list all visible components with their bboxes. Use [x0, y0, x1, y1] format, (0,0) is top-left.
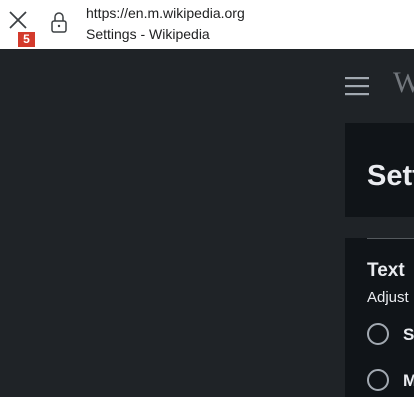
- web-content: W Settings Text Adjust S M: [0, 49, 414, 397]
- wikipedia-wordmark[interactable]: W: [393, 66, 414, 100]
- radio-option-small[interactable]: [367, 323, 389, 345]
- section-divider: [367, 238, 414, 239]
- url-text[interactable]: https://en.m.wikipedia.org: [86, 5, 245, 21]
- radio-label-medium: M: [403, 371, 414, 390]
- menu-icon[interactable]: [345, 75, 371, 97]
- radio-label-small: S: [403, 325, 414, 344]
- browser-toolbar: 5 https://en.m.wikipedia.org Settings - …: [0, 0, 414, 49]
- radio-option-medium[interactable]: [367, 369, 389, 391]
- tab-count-badge[interactable]: 5: [18, 32, 35, 47]
- lock-icon: [49, 10, 69, 34]
- settings-heading: Settings: [367, 160, 414, 192]
- text-section-description: Adjust: [367, 289, 409, 306]
- text-section-title: Text: [367, 260, 405, 281]
- close-icon[interactable]: [6, 8, 30, 32]
- page-title: Settings - Wikipedia: [86, 26, 210, 42]
